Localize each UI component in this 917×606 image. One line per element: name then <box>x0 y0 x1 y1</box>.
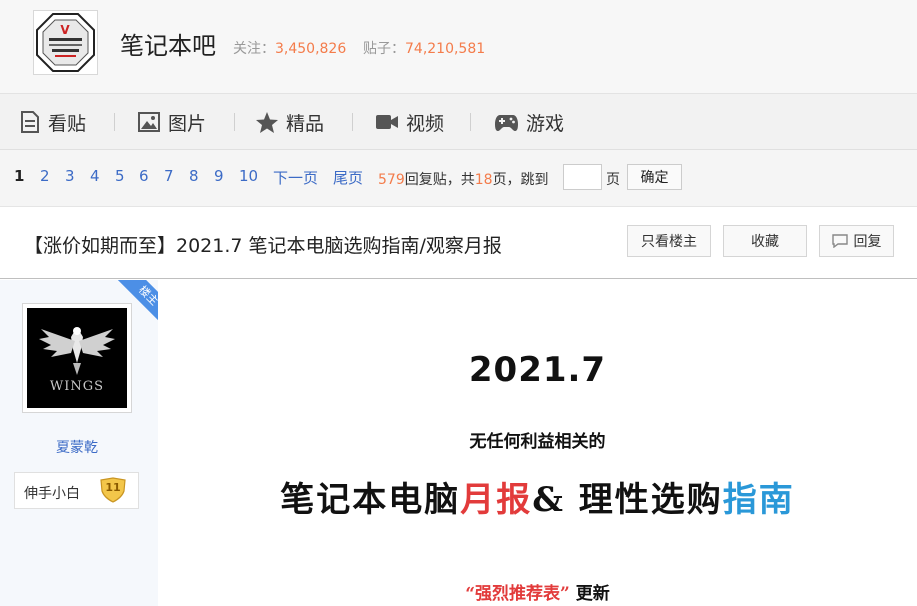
avatar-text: WINGS <box>49 379 105 394</box>
reply-count: 579 <box>378 172 405 188</box>
posts-count: 74,210,581 <box>405 41 486 57</box>
page-current: 1 <box>14 167 25 185</box>
page-link[interactable]: 4 <box>90 167 100 185</box>
tab-label: 图片 <box>168 112 207 135</box>
reply-info: 579回复贴，共18页，跳到 <box>378 169 549 189</box>
pager: 1 2 3 4 5 6 7 8 9 10 下一页 尾页 579回复贴，共18页，… <box>0 150 917 207</box>
headline-part: 笔记本电脑 <box>280 480 461 520</box>
video-icon <box>376 115 398 129</box>
note-highlight: “强烈推荐表” <box>465 584 570 604</box>
tab-label: 视频 <box>406 112 445 135</box>
tab-divider <box>114 113 115 131</box>
last-page-link[interactable]: 尾页 <box>333 167 363 188</box>
forum-logo-icon[interactable]: V <box>33 10 98 75</box>
tab-label: 看贴 <box>48 112 87 135</box>
content-subtitle: 无任何利益相关的 <box>469 432 606 452</box>
post-content-image: 2021.7 无任何利益相关的 笔记本电脑月报& 理性选购指南 “强烈推荐表” … <box>158 280 917 606</box>
reply-button[interactable]: 回复 <box>819 225 894 257</box>
follow-label: 关注： <box>233 41 275 57</box>
comment-icon <box>831 234 848 248</box>
jump-confirm-button[interactable]: 确定 <box>627 164 682 190</box>
tab-games[interactable]: 游戏 <box>495 94 564 150</box>
page-unit-label: 页 <box>606 172 620 188</box>
page-link[interactable]: 5 <box>115 167 125 185</box>
headline-highlight: 指南 <box>722 480 795 520</box>
user-level-badge[interactable]: 伸手小白 11 <box>14 472 139 509</box>
gamepad-icon <box>495 114 518 131</box>
thread-title-bar: 【涨价如期而至】2021.7 笔记本电脑选购指南/观察月报 只看楼主 收藏 回复 <box>0 207 917 279</box>
content-headline: 笔记本电脑月报& 理性选购指南 <box>158 472 917 521</box>
reply-label: 回复贴，共 <box>404 172 475 188</box>
page-link[interactable]: 9 <box>214 167 224 185</box>
tab-images[interactable]: 图片 <box>138 94 206 150</box>
follow-count: 3,450,826 <box>275 41 347 57</box>
page-link[interactable]: 6 <box>139 167 149 185</box>
avatar-image: WINGS <box>27 308 127 408</box>
note-text: 更新 <box>569 584 610 604</box>
headline-part: & 理性选购 <box>532 480 723 520</box>
tab-featured[interactable]: 精品 <box>256 94 324 150</box>
page-total: 18 <box>474 172 493 188</box>
eagle-icon <box>39 327 115 375</box>
avatar[interactable]: WINGS <box>22 303 132 413</box>
reply-label: 回复 <box>853 234 882 250</box>
forum-header: V 笔记本吧 关注：3,450,826 贴子：74,210,581 <box>0 0 917 94</box>
tab-label: 游戏 <box>526 112 565 135</box>
thread-title: 【涨价如期而至】2021.7 笔记本电脑选购指南/观察月报 <box>24 235 502 257</box>
page-link[interactable]: 8 <box>189 167 199 185</box>
page-link[interactable]: 10 <box>239 167 258 185</box>
posts-stat: 贴子：74,210,581 <box>363 38 485 58</box>
tab-videos[interactable]: 视频 <box>376 94 444 150</box>
tab-label: 精品 <box>286 112 325 135</box>
badge-label: 伸手小白 <box>24 486 80 502</box>
tab-divider <box>352 113 353 131</box>
page-link[interactable]: 3 <box>65 167 75 185</box>
forum-name[interactable]: 笔记本吧 <box>120 26 216 61</box>
post-author-column: 楼主 WINGS 夏蒙乾 伸手小白 11 <box>0 280 158 606</box>
jump-page-input[interactable] <box>563 164 602 190</box>
page-link[interactable]: 2 <box>40 167 50 185</box>
headline-highlight: 月报 <box>460 480 533 520</box>
svg-text:V: V <box>60 23 70 37</box>
posts-label: 贴子： <box>363 41 405 57</box>
author-username[interactable]: 夏蒙乾 <box>0 437 154 457</box>
page-link[interactable]: 7 <box>164 167 174 185</box>
tab-divider <box>234 113 235 131</box>
content-year: 2021.7 <box>468 350 607 390</box>
follow-stat: 关注：3,450,826 <box>233 38 346 58</box>
next-page-link[interactable]: 下一页 <box>273 167 318 188</box>
favorite-button[interactable]: 收藏 <box>723 225 807 257</box>
document-icon <box>21 111 39 133</box>
star-icon <box>256 111 278 133</box>
only-op-button[interactable]: 只看楼主 <box>627 225 711 257</box>
image-icon <box>138 112 160 132</box>
content-note: “强烈推荐表” 更新 <box>158 579 917 604</box>
page-total-suffix: 页，跳到 <box>492 172 549 188</box>
forum-tab-bar: 看贴 图片 精品 视频 游戏 <box>0 94 917 150</box>
badge-level-number: 11 <box>105 481 121 494</box>
tab-posts[interactable]: 看贴 <box>20 94 86 150</box>
tab-divider <box>470 113 471 131</box>
